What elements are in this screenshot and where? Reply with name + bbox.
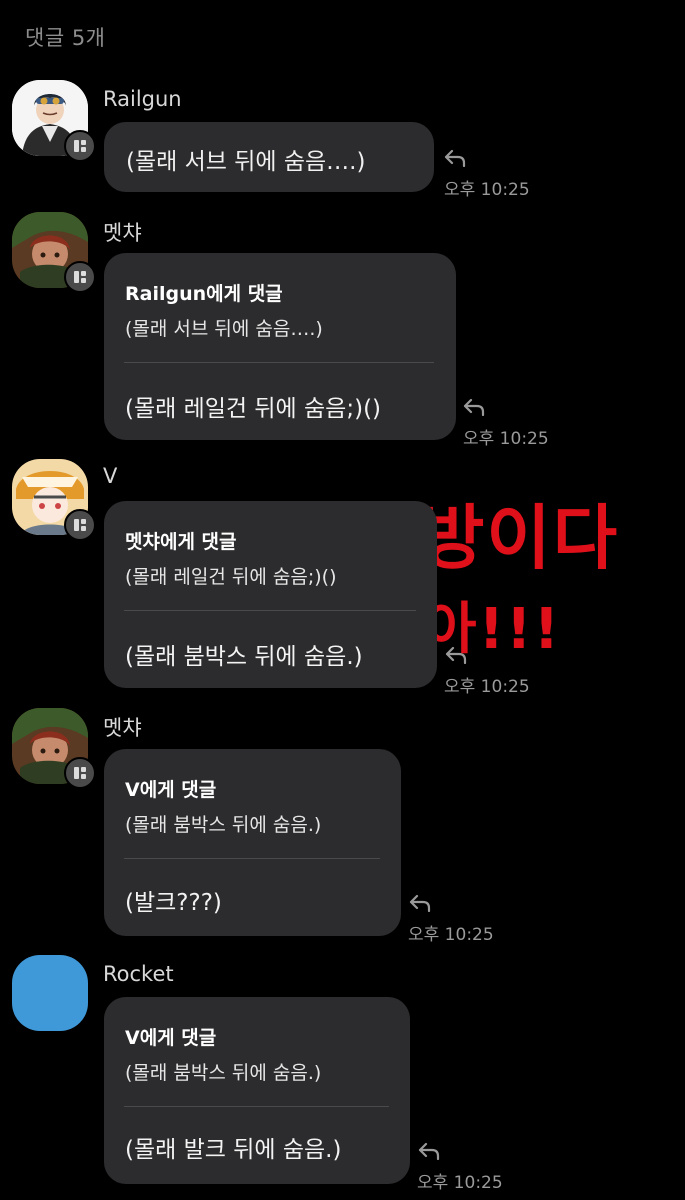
profile-badge-icon [64,130,96,162]
comment-text: (몰래 레일건 뒤에 숨음;)() [125,396,382,422]
reply-target-label: Railgun에게 댓글 [125,283,283,305]
comment-text: (몰래 붐박스 뒤에 숨음.) [125,644,363,670]
comment-time: 오후 10:25 [417,1173,503,1193]
reply-target-label: V에게 댓글 [125,1027,217,1049]
comment-username[interactable]: Rocket [103,962,174,986]
comment-time: 오후 10:25 [444,180,530,200]
reply-icon[interactable] [418,1142,440,1160]
reply-target-label: V에게 댓글 [125,779,217,801]
comment-time: 오후 10:25 [463,429,549,449]
comment-bubble[interactable]: V에게 댓글 (몰래 붐박스 뒤에 숨음.) (발크???) [104,749,401,936]
comment-text: (발크???) [125,890,222,916]
comment-bubble[interactable]: Railgun에게 댓글 (몰래 서브 뒤에 숨음….) (몰래 레일건 뒤에 … [104,253,456,440]
quote-divider [124,1106,389,1107]
comment-username[interactable]: 멧챠 [103,712,142,742]
comment-bubble[interactable]: V에게 댓글 (몰래 붐박스 뒤에 숨음.) (몰래 발크 뒤에 숨음.) [104,997,410,1184]
profile-badge-icon [64,509,96,541]
reply-icon[interactable] [409,894,431,912]
comment-text: (몰래 서브 뒤에 숨음….) [126,149,366,175]
comments-header: 댓글 5개 [25,26,106,50]
comment-username[interactable]: Railgun [103,87,182,111]
comment-bubble[interactable]: 멧챠에게 댓글 (몰래 레일건 뒤에 숨음;)() (몰래 붐박스 뒤에 숨음.… [104,501,437,688]
reply-target-label: 멧챠에게 댓글 [125,531,237,553]
comment-time: 오후 10:25 [408,925,494,945]
reply-icon[interactable] [444,149,466,167]
avatar[interactable] [12,955,88,1031]
quoted-text: (몰래 레일건 뒤에 숨음;)() [125,566,337,588]
comment-time: 오후 10:25 [444,677,530,697]
profile-badge-icon [64,261,96,293]
quote-divider [124,858,380,859]
comment-username[interactable]: V [103,464,117,488]
reply-icon[interactable] [463,398,485,416]
profile-badge-icon [64,757,96,789]
quoted-text: (몰래 붐박스 뒤에 숨음.) [125,1062,322,1084]
comment-text: (몰래 발크 뒤에 숨음.) [125,1137,342,1163]
quote-divider [124,610,416,611]
quoted-text: (몰래 서브 뒤에 숨음….) [125,318,323,340]
quote-divider [124,362,434,363]
reply-icon[interactable] [445,646,467,664]
comment-username[interactable]: 멧챠 [103,217,142,247]
quoted-text: (몰래 붐박스 뒤에 숨음.) [125,814,322,836]
comment-bubble[interactable]: (몰래 서브 뒤에 숨음….) [104,122,434,192]
